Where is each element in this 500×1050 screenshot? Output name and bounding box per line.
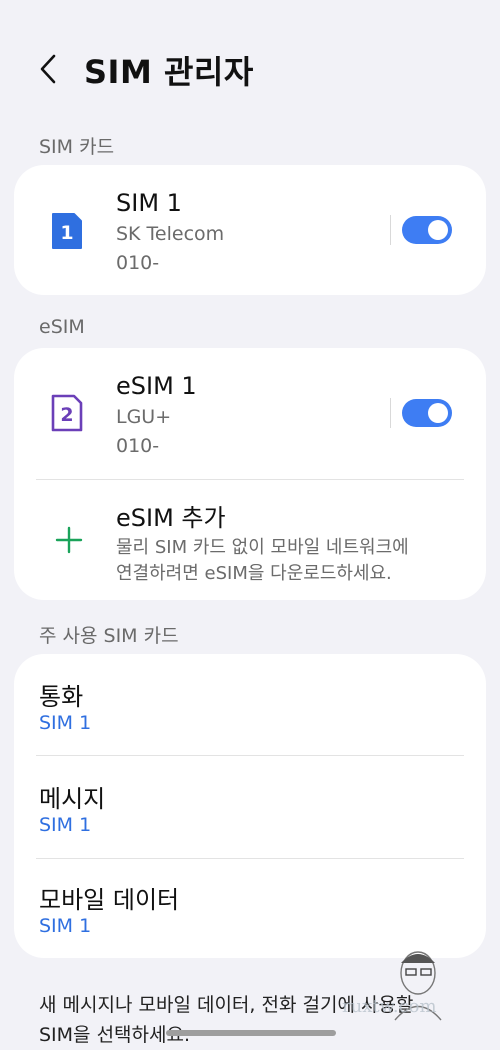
primary-sim-panel: 통화 SIM 1 메시지 SIM 1 모바일 데이터 SIM 1 (14, 654, 486, 958)
esim1-carrier: LGU+ (116, 406, 172, 428)
esim1-name: eSIM 1 (116, 372, 197, 400)
add-esim-desc-line2: 연결하려면 eSIM을 다운로드하세요. (116, 563, 392, 584)
esim1-badge: 2 (60, 404, 73, 426)
esim1-row[interactable]: 2 eSIM 1 LGU+ 010- (14, 348, 486, 478)
pref-messages-value: SIM 1 (39, 814, 92, 836)
section-label-esim: eSIM (39, 316, 85, 338)
add-esim-desc-line1: 물리 SIM 카드 없이 모바일 네트워크에 (116, 537, 409, 558)
pref-messages-row[interactable]: 메시지 SIM 1 (14, 756, 486, 857)
home-indicator[interactable] (166, 1030, 336, 1036)
sim-card-icon: 1 (52, 213, 82, 249)
esim1-toggle[interactable] (402, 399, 452, 427)
esim-card-panel: 2 eSIM 1 LGU+ 010- eSIM 추가 물리 SIM 카드 없이 … (14, 348, 486, 600)
chevron-left-icon (40, 54, 56, 84)
divider (390, 215, 391, 245)
app-header: SIM 관리자 (0, 0, 500, 130)
add-esim-row[interactable]: eSIM 추가 물리 SIM 카드 없이 모바일 네트워크에 연결하려면 eSI… (14, 480, 486, 600)
pref-mobile-data-value: SIM 1 (39, 915, 92, 937)
divider (390, 398, 391, 428)
sim1-badge: 1 (60, 222, 73, 244)
toggle-knob (428, 220, 448, 240)
esim-card-icon: 2 (51, 394, 83, 432)
section-label-sim-cards: SIM 카드 (39, 136, 115, 158)
sim1-number: 010- (116, 252, 160, 274)
page-title: SIM 관리자 (84, 53, 254, 91)
sim1-carrier: SK Telecom (116, 223, 225, 245)
watermark-text: ruxtw.com (342, 996, 437, 1017)
add-esim-title: eSIM 추가 (116, 504, 226, 532)
pref-mobile-data-row[interactable]: 모바일 데이터 SIM 1 (14, 859, 486, 958)
section-label-primary-sim: 주 사용 SIM 카드 (39, 625, 179, 647)
pref-messages-title: 메시지 (39, 785, 106, 813)
sim1-name: SIM 1 (116, 189, 182, 217)
back-button[interactable] (30, 50, 70, 90)
pref-calls-value: SIM 1 (39, 712, 92, 734)
pref-mobile-data-title: 모바일 데이터 (39, 886, 180, 914)
sim1-row[interactable]: 1 SIM 1 SK Telecom 010- (14, 165, 486, 295)
pref-calls-row[interactable]: 통화 SIM 1 (14, 654, 486, 755)
sim1-toggle[interactable] (402, 216, 452, 244)
toggle-knob (428, 403, 448, 423)
sim-card-panel: 1 SIM 1 SK Telecom 010- (14, 165, 486, 295)
esim1-number: 010- (116, 435, 160, 457)
pref-calls-title: 통화 (39, 683, 84, 711)
plus-icon (55, 526, 83, 554)
